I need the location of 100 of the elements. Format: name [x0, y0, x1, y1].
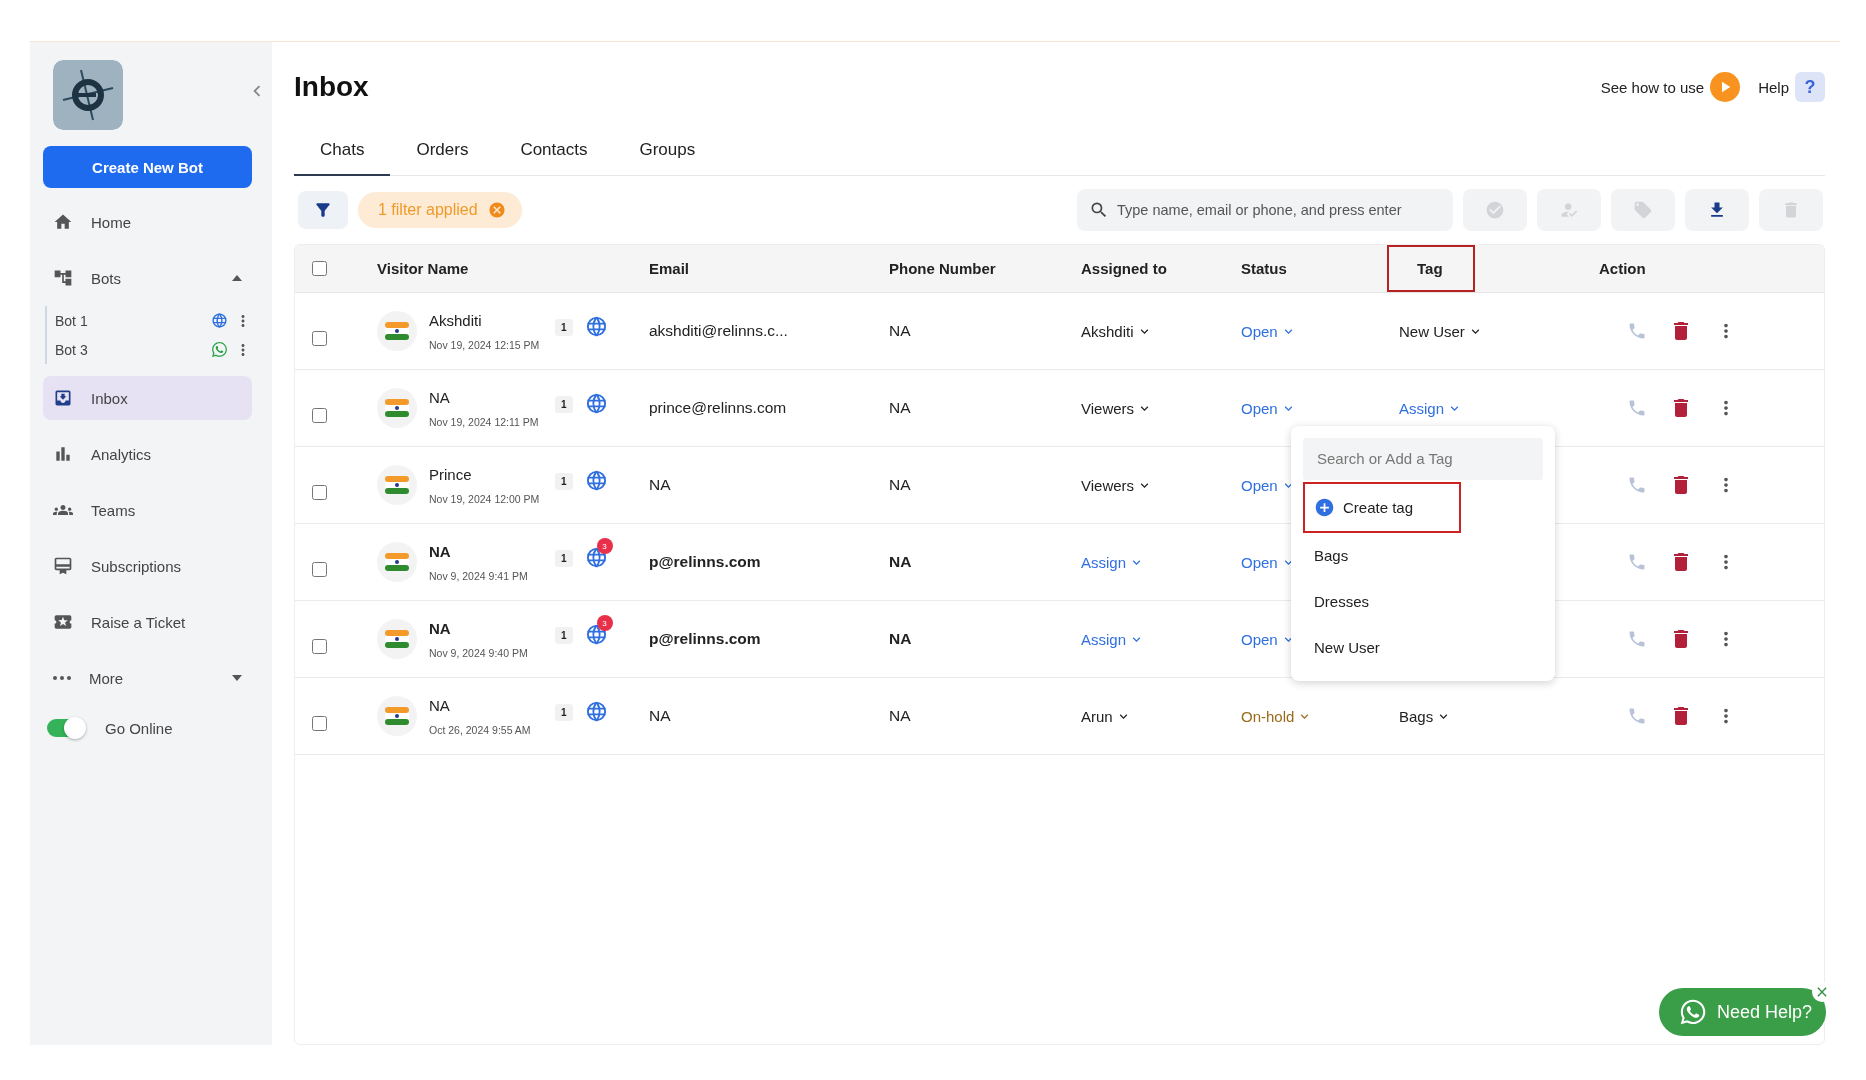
whatsapp-icon — [1678, 998, 1707, 1026]
bot-item[interactable]: Bot 1 — [55, 308, 252, 333]
globe-icon — [584, 700, 608, 723]
flag-icon — [377, 619, 417, 659]
select-all-checkbox[interactable] — [312, 261, 327, 276]
visitor-name: Akshditi — [429, 311, 483, 329]
message-count: 1 — [555, 396, 573, 413]
tag-dropdown[interactable]: Assign — [1387, 399, 1463, 417]
row-checkbox[interactable] — [312, 484, 327, 500]
tab[interactable]: Groups — [613, 126, 722, 176]
email-cell-text: akshditi@relinns.c... — [648, 322, 789, 340]
nav-item[interactable]: Bots — [43, 256, 252, 300]
subscriptions-icon — [53, 556, 73, 576]
play-icon[interactable] — [1710, 72, 1741, 102]
column-header: Assigned to — [1080, 260, 1167, 277]
more-icon — [53, 676, 71, 680]
tab[interactable]: Chats — [294, 126, 391, 176]
chat-time: Nov 19, 2024 12:11 PM — [429, 415, 539, 428]
online-toggle[interactable] — [47, 719, 83, 737]
column-header: Phone Number — [888, 260, 996, 277]
column-header: Email — [648, 260, 690, 277]
bot-item[interactable]: Bot 3 — [55, 337, 252, 362]
plus-icon — [1314, 496, 1335, 518]
nav-item[interactable]: More — [43, 656, 252, 700]
search-icon — [1089, 200, 1109, 220]
assignee-dropdown[interactable]: Assign — [1069, 630, 1145, 648]
analytics-icon — [53, 444, 73, 464]
filter-button[interactable] — [298, 191, 348, 229]
bot-name: Bot 1 — [55, 312, 89, 329]
visitor-name: Prince — [429, 465, 473, 483]
chat-time: Nov 19, 2024 12:00 PM — [429, 492, 539, 505]
status-dropdown[interactable]: Open — [1229, 630, 1296, 648]
tag-dropdown[interactable]: New User — [1387, 322, 1483, 340]
globe-icon — [584, 315, 608, 338]
tag-icon — [1633, 200, 1653, 220]
assignee-dropdown[interactable]: Arun — [1069, 707, 1131, 725]
tag-search-field[interactable]: Search or Add a Tag — [1303, 437, 1543, 480]
nav-item[interactable]: Teams — [43, 488, 252, 532]
bots-icon — [53, 268, 73, 288]
phone-cell-text: NA — [888, 399, 912, 417]
status-dropdown[interactable]: Open — [1229, 399, 1296, 417]
message-count: 1 — [555, 319, 573, 336]
nav-item[interactable]: Home — [43, 200, 252, 244]
message-count: 1 — [555, 704, 573, 721]
globe-icon — [584, 623, 608, 646]
status-dropdown[interactable]: Open — [1229, 322, 1296, 340]
nav-item[interactable]: Inbox — [43, 376, 252, 420]
phone-cell-text: NA — [888, 476, 912, 494]
assignee-dropdown[interactable]: Assign — [1069, 553, 1145, 571]
create-tag-button[interactable]: Create tag — [1303, 481, 1461, 533]
globe-icon — [584, 469, 608, 492]
row-checkbox[interactable] — [312, 638, 327, 654]
column-header: Tag — [1387, 245, 1475, 292]
nav-label: Home — [91, 213, 132, 231]
tab[interactable]: Orders — [390, 126, 495, 176]
tab[interactable]: Contacts — [494, 126, 614, 176]
email-cell-text: p@relinns.com — [648, 553, 762, 571]
flag-icon — [377, 465, 417, 505]
status-dropdown[interactable]: Open — [1229, 553, 1296, 571]
email-cell-text: NA — [648, 476, 672, 494]
tag-dropdown[interactable]: Bags — [1387, 707, 1452, 725]
globe-icon — [211, 312, 228, 329]
assignee-dropdown[interactable]: Akshditi — [1069, 322, 1152, 340]
row-checkbox[interactable] — [312, 330, 327, 346]
assignee-dropdown[interactable]: Viewers — [1069, 476, 1153, 494]
help-link[interactable]: Help — [1758, 78, 1789, 96]
visitor-name: NA — [429, 619, 452, 637]
ticket-icon — [53, 612, 73, 632]
nav-item[interactable]: Analytics — [43, 432, 252, 476]
chat-time: Nov 19, 2024 12:15 PM — [429, 338, 539, 351]
row-checkbox[interactable] — [312, 715, 327, 731]
flag-icon — [377, 542, 417, 582]
download-button[interactable] — [1685, 189, 1749, 231]
status-dropdown[interactable]: On-hold — [1229, 707, 1313, 725]
email-cell-text: p@relinns.com — [648, 630, 762, 648]
help-icon[interactable]: ? — [1795, 72, 1825, 102]
chat-time: Oct 26, 2024 9:55 AM — [429, 723, 532, 736]
flag-icon — [377, 696, 417, 736]
nav-label: Inbox — [91, 389, 129, 407]
assignee-dropdown[interactable]: Viewers — [1069, 399, 1153, 417]
assign-icon — [1559, 200, 1579, 220]
visitor-name: NA — [429, 542, 452, 560]
create-bot-button[interactable]: Create New Bot — [43, 146, 252, 188]
nav-label: Teams — [91, 501, 137, 519]
column-header: Action — [1598, 260, 1646, 277]
row-checkbox[interactable] — [312, 561, 327, 577]
tag-option[interactable]: New User — [1303, 624, 1543, 671]
visitor-name: NA — [429, 696, 451, 714]
tag-option[interactable]: Dresses — [1303, 578, 1543, 625]
status-dropdown[interactable]: Open — [1229, 476, 1296, 494]
tag-option[interactable]: Bags — [1303, 532, 1543, 579]
search-field[interactable]: Type name, email or phone, and press enter — [1077, 189, 1453, 231]
how-to-link[interactable]: See how to use — [1600, 78, 1705, 96]
message-count: 1 — [555, 627, 573, 644]
phone-cell-text: NA — [888, 322, 912, 340]
nav-item[interactable]: Subscriptions — [43, 544, 252, 588]
column-header: Visitor Name — [376, 260, 469, 277]
inbox-icon — [53, 388, 73, 408]
nav-item[interactable]: Raise a Ticket — [43, 600, 252, 644]
row-checkbox[interactable] — [312, 407, 327, 423]
